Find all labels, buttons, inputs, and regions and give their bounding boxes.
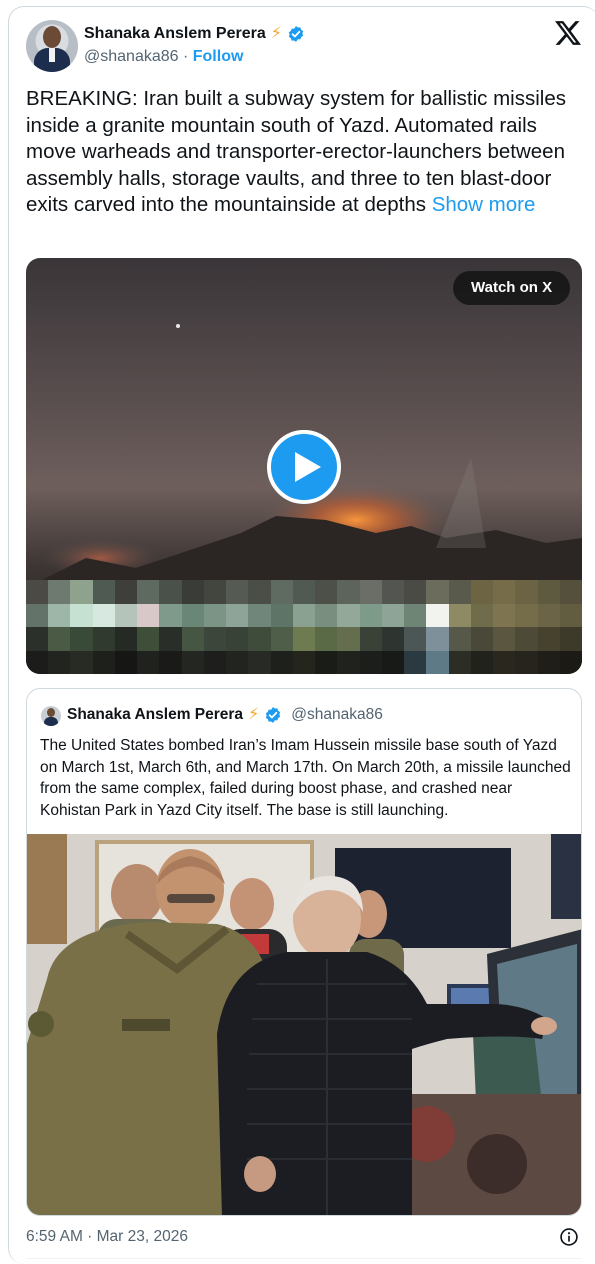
verified-badge-icon: [288, 26, 304, 42]
tweet-text: BREAKING: Iran built a subway system for…: [26, 86, 586, 219]
verified-badge-icon: [266, 707, 281, 723]
author-avatar[interactable]: [26, 20, 78, 72]
tweet-timestamp[interactable]: 6:59 AM · Mar 23, 2026: [26, 1228, 188, 1246]
briefing-room-photo: [27, 834, 581, 1215]
watch-on-x-button[interactable]: Watch on X: [453, 271, 571, 305]
divider: [26, 1258, 582, 1259]
show-more-link[interactable]: Show more: [432, 193, 536, 216]
author-handle[interactable]: @shanaka86: [84, 48, 179, 65]
author-name[interactable]: Shanaka Anslem Perera: [84, 25, 266, 43]
follow-button[interactable]: Follow: [193, 48, 244, 65]
separator: ·: [178, 48, 193, 65]
quoted-tweet-image[interactable]: [27, 834, 581, 1215]
quoted-tweet[interactable]: Shanaka Anslem Perera ⚡ @shanaka86 The U…: [26, 688, 582, 1216]
info-icon[interactable]: [559, 1227, 579, 1247]
lightning-emoji-icon: ⚡: [270, 25, 282, 42]
quoted-author-handle[interactable]: @shanaka86: [291, 706, 383, 724]
video-player[interactable]: Watch on X: [26, 258, 582, 674]
lightning-emoji-icon: ⚡: [248, 706, 260, 723]
quoted-tweet-text: The United States bombed Iran’s Imam Hus…: [40, 737, 571, 819]
pixelated-censor-area: [26, 580, 582, 674]
quoted-author-row: Shanaka Anslem Perera ⚡ @shanaka86: [67, 704, 383, 726]
author-name-row: Shanaka Anslem Perera ⚡: [84, 22, 305, 46]
play-icon[interactable]: [267, 430, 341, 504]
author-handle-row: @shanaka86 · Follow: [84, 48, 243, 66]
x-logo-icon[interactable]: [555, 21, 581, 45]
quoted-author-avatar[interactable]: [41, 706, 61, 726]
quoted-author-name[interactable]: Shanaka Anslem Perera: [67, 706, 243, 724]
